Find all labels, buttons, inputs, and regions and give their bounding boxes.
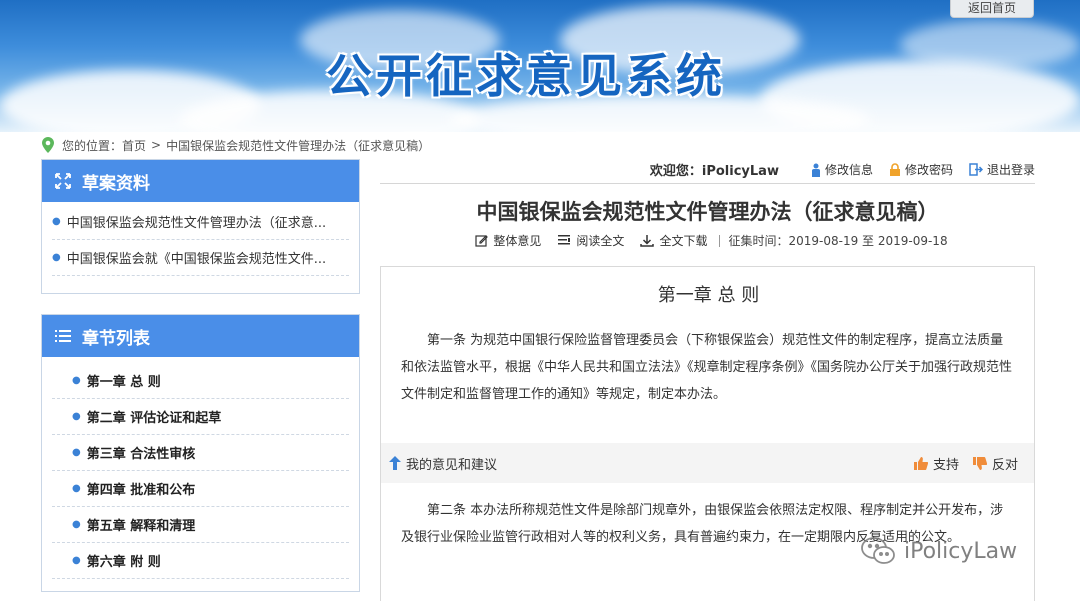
expand-arrows-icon: [55, 173, 71, 189]
breadcrumb-home-link[interactable]: 首页: [122, 137, 146, 154]
oppose-button[interactable]: 反对: [972, 454, 1018, 473]
overall-opinion-button[interactable]: 整体意见: [475, 232, 541, 249]
drafts-panel: 草案资料 ● 中国银保监会规范性文件管理办法（征求意... ● 中国银保监会就《…: [41, 159, 360, 294]
chapters-panel-header: 章节列表: [42, 315, 359, 357]
watermark-text: iPolicyLaw: [904, 538, 1018, 564]
arrow-up-icon: [389, 456, 401, 470]
chapter-item-label: 第三章 合法性审核: [86, 447, 196, 462]
breadcrumb-prefix: 您的位置：: [62, 138, 123, 153]
thumbs-down-icon: [972, 456, 987, 470]
site-title: 公开征求意见系统: [326, 49, 726, 103]
chapter-item[interactable]: ● 第一章 总 则: [52, 363, 349, 399]
header-banner: 公开征求意见系统: [0, 0, 1080, 132]
chapter-item-label: 第二章 评估论证和起草: [86, 411, 222, 426]
breadcrumb-separator: >: [151, 138, 162, 152]
bullet-icon: ●: [52, 252, 61, 263]
bullet-icon: ●: [52, 216, 61, 227]
bullet-icon: ●: [72, 447, 81, 458]
period-label: 征集时间：: [728, 234, 789, 248]
chapter-item-label: 第四章 批准和公布: [86, 483, 196, 498]
edit-icon: [475, 235, 489, 247]
person-icon: [811, 163, 820, 177]
thumbs-up-icon: [913, 456, 928, 470]
period-value: 2019-08-19 至 2019-09-18: [788, 234, 948, 248]
chapter-item[interactable]: ● 第二章 评估论证和起草: [52, 399, 349, 435]
my-opinion-button[interactable]: 我的意见和建议: [389, 454, 497, 473]
overall-opinion-label: 整体意见: [493, 234, 542, 248]
drafts-panel-title: 草案资料: [82, 173, 150, 194]
my-opinion-label: 我的意见和建议: [406, 457, 498, 473]
draft-item[interactable]: ● 中国银保监会规范性文件管理办法（征求意...: [52, 204, 349, 240]
bullet-icon: ●: [72, 483, 81, 494]
collection-period: 征集时间：2019-08-19 至 2019-09-18: [728, 232, 947, 249]
read-icon: [558, 235, 571, 245]
wechat-icon: [861, 537, 895, 564]
chapter-heading: 第一章 总 则: [657, 285, 760, 306]
bullet-icon: ●: [72, 411, 81, 422]
watermark: iPolicyLaw: [860, 536, 1017, 566]
draft-item-label: 中国银保监会就《中国银保监会规范性文件...: [66, 252, 327, 267]
draft-item-label: 中国银保监会规范性文件管理办法（征求意...: [66, 216, 327, 231]
logout-link[interactable]: 退出登录: [969, 161, 1035, 178]
edit-info-link[interactable]: 修改信息: [811, 161, 873, 178]
chapter-item[interactable]: ● 第三章 合法性审核: [52, 435, 349, 471]
chapter-item-label: 第五章 解释和清理: [86, 519, 196, 534]
download-full-label: 全文下载: [659, 234, 708, 248]
bullet-icon: ●: [72, 519, 81, 530]
chapters-panel-title: 章节列表: [82, 328, 150, 349]
chapter-item[interactable]: ● 第六章 附 则: [52, 543, 349, 579]
logout-label: 退出登录: [986, 163, 1035, 177]
chapter-item[interactable]: ● 第四章 批准和公布: [52, 471, 349, 507]
chapter-item-label: 第一章 总 则: [86, 375, 161, 390]
oppose-label: 反对: [991, 457, 1018, 473]
support-button[interactable]: 支持: [913, 454, 959, 473]
support-label: 支持: [932, 457, 959, 473]
user-bar: 欢迎您：iPolicyLaw 修改信息 修改密码 退出登录: [380, 156, 1035, 184]
chapter-item-label: 第六章 附 则: [86, 555, 161, 570]
chapter-item[interactable]: ● 第五章 解释和清理: [52, 507, 349, 543]
document-actions: 整体意见 阅读全文 全文下载 征集时间：2019-08-19 至 2019-09…: [380, 232, 1035, 249]
document-title: 中国银保监会规范性文件管理办法（征求意见稿）: [476, 200, 939, 224]
chapters-panel: 章节列表 ● 第一章 总 则 ● 第二章 评估论证和起草 ● 第三章 合法性审核 ● 第…: [41, 314, 360, 592]
download-icon: [640, 235, 655, 247]
list-icon: [55, 330, 71, 342]
feedback-bar: 我的意见和建议 支持 反对: [381, 443, 1034, 483]
edit-info-label: 修改信息: [824, 163, 873, 177]
welcome-text: 欢迎您：iPolicyLaw: [649, 164, 779, 179]
draft-item[interactable]: ● 中国银保监会就《中国银保监会规范性文件...: [52, 240, 349, 276]
read-full-button[interactable]: 阅读全文: [557, 232, 624, 249]
article-1: 第一条 为规范中国银行保险监督管理委员会（下称银保监会）规范性文件的制定程序，提…: [401, 333, 1013, 402]
lock-icon: [889, 163, 900, 176]
drafts-panel-header: 草案资料: [42, 160, 359, 202]
back-home-button[interactable]: 返回首页: [950, 0, 1034, 18]
breadcrumb-current-link[interactable]: 中国银保监会规范性文件管理办法（征求意见稿）: [166, 137, 430, 154]
change-password-label: 修改密码: [904, 163, 953, 177]
actions-divider: [719, 234, 721, 247]
logout-icon: [969, 163, 983, 176]
bullet-icon: ●: [72, 375, 81, 386]
bullet-icon: ●: [72, 555, 81, 566]
breadcrumb: 您的位置： 首页 > 中国银保监会规范性文件管理办法（征求意见稿）: [42, 136, 430, 154]
download-full-button[interactable]: 全文下载: [640, 232, 707, 249]
location-pin-icon: [42, 137, 54, 153]
read-full-label: 阅读全文: [576, 234, 625, 248]
change-password-link[interactable]: 修改密码: [889, 161, 953, 178]
